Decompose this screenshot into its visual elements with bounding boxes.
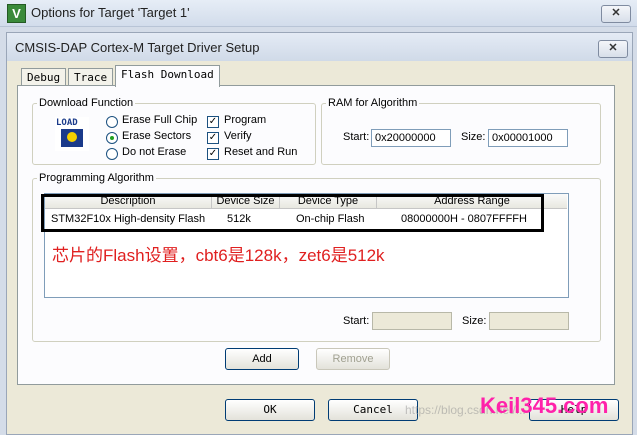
ok-button[interactable]: OK (225, 399, 315, 421)
reset-and-run-label: Reset and Run (224, 146, 298, 158)
program-checkbox[interactable]: ✓ (207, 116, 219, 128)
watermark-brand: Keil345.com (480, 393, 609, 418)
tab-debug[interactable]: Debug (21, 68, 67, 86)
load-icon: LOAD (55, 117, 89, 151)
algo-size-label: Size: (462, 315, 487, 327)
ram-size-input[interactable]: 0x00001000 (488, 129, 568, 147)
tab-flash-download[interactable]: Flash Download (115, 65, 220, 87)
remove-button[interactable]: Remove (316, 348, 390, 370)
ram-for-algorithm-legend: RAM for Algorithm (328, 97, 418, 109)
ram-size-label: Size: (461, 131, 486, 143)
algo-size-input[interactable] (489, 312, 569, 330)
dialog-close-button[interactable]: ✕ (598, 40, 628, 58)
outer-window-titlebar: V Options for Target 'Target 1' ✕ (0, 0, 637, 27)
do-not-erase-radio[interactable] (106, 148, 118, 160)
algo-start-input[interactable] (372, 312, 452, 330)
verify-label: Verify (224, 130, 252, 142)
verify-checkbox[interactable]: ✓ (207, 132, 219, 144)
download-function-legend: Download Function (39, 97, 134, 109)
dialog-title: CMSIS-DAP Cortex-M Target Driver Setup (15, 40, 260, 55)
outer-close-button[interactable]: ✕ (601, 5, 631, 23)
erase-sectors-label: Erase Sectors (122, 130, 192, 142)
annotation-text: 芯片的Flash设置，cbt6是128k，zet6是512k (52, 246, 385, 265)
highlight-box (41, 194, 544, 232)
program-label: Program (224, 114, 267, 126)
erase-full-chip-label: Erase Full Chip (122, 114, 198, 126)
erase-full-chip-radio[interactable] (106, 116, 118, 128)
programming-algorithm-legend: Programming Algorithm (39, 172, 154, 184)
add-button[interactable]: Add (225, 348, 299, 370)
ram-start-label: Start: (343, 131, 370, 143)
outer-window-title: Options for Target 'Target 1' (31, 5, 190, 20)
erase-sectors-radio[interactable] (106, 132, 118, 144)
algo-start-label: Start: (343, 315, 370, 327)
ram-start-input[interactable]: 0x20000000 (371, 129, 451, 147)
reset-and-run-checkbox[interactable]: ✓ (207, 148, 219, 160)
tab-trace[interactable]: Trace (68, 68, 114, 86)
keil-app-icon: V (7, 4, 26, 23)
dialog-titlebar: CMSIS-DAP Cortex-M Target Driver Setup ✕ (7, 33, 632, 61)
do-not-erase-label: Do not Erase (122, 146, 187, 158)
